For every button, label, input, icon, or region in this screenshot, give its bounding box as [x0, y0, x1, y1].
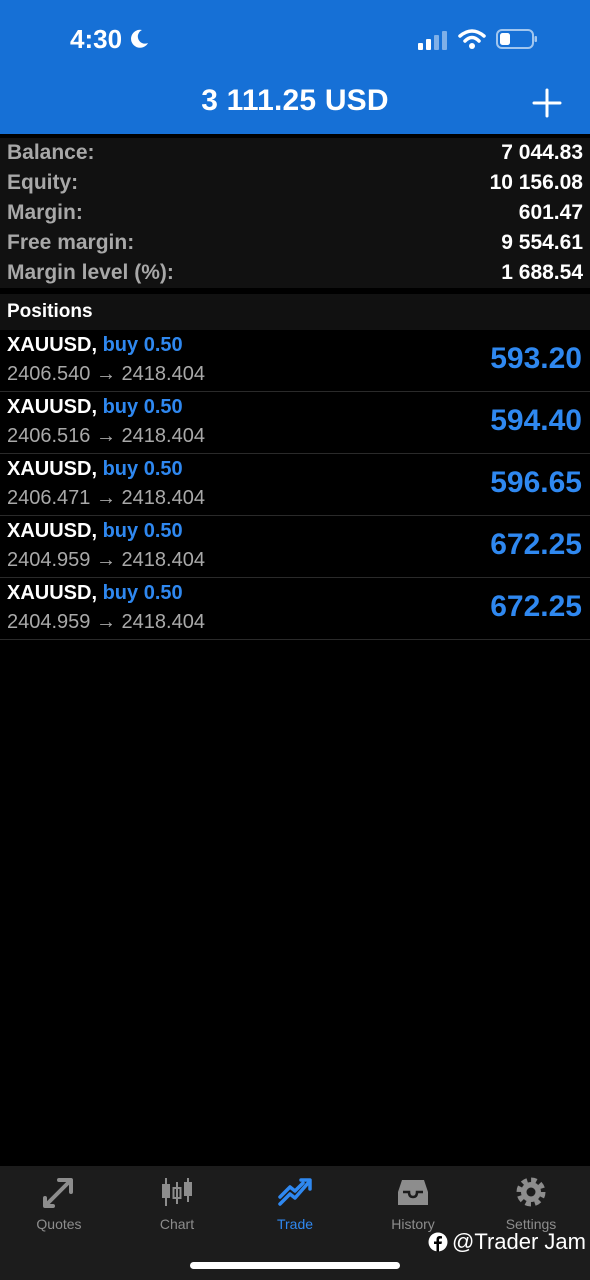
- position-title: XAUUSD, buy 0.50: [7, 396, 183, 419]
- position-symbol: XAUUSD,: [7, 520, 98, 542]
- equity-label: Equity:: [7, 171, 79, 194]
- balance-label: Balance:: [7, 141, 95, 164]
- position-prices: 2406.540 → 2418.404: [7, 363, 205, 385]
- tab-quotes[interactable]: Quotes: [0, 1166, 118, 1246]
- account-row-margin-level: Margin level (%): 1 688.54: [0, 258, 590, 288]
- tab-chart-label: Chart: [159, 1216, 195, 1232]
- free-margin-value: 9 554.61: [501, 231, 583, 254]
- new-order-button[interactable]: [532, 88, 562, 118]
- positions-title: Positions: [7, 301, 93, 322]
- position-symbol: XAUUSD,: [7, 334, 98, 356]
- balance-value: 7 044.83: [501, 141, 583, 164]
- watermark-text: @Trader Jam: [452, 1229, 586, 1254]
- position-row[interactable]: XAUUSD, buy 0.50 2406.471 → 2418.404 596…: [0, 454, 590, 516]
- position-prices: 2406.471 → 2418.404: [7, 487, 205, 509]
- quotes-icon: [43, 1178, 73, 1208]
- position-symbol: XAUUSD,: [7, 582, 98, 604]
- position-row[interactable]: XAUUSD, buy 0.50 2404.959 → 2418.404 672…: [0, 516, 590, 578]
- account-row-equity: Equity: 10 156.08: [0, 168, 590, 198]
- position-row[interactable]: XAUUSD, buy 0.50 2406.540 → 2418.404 593…: [0, 330, 590, 392]
- equity-value: 10 156.08: [489, 171, 583, 194]
- margin-value: 601.47: [518, 201, 583, 224]
- position-row[interactable]: XAUUSD, buy 0.50 2406.516 → 2418.404 594…: [0, 392, 590, 454]
- account-summary: Balance: 7 044.83 Equity: 10 156.08 Marg…: [0, 138, 590, 288]
- settings-icon: [516, 1177, 546, 1207]
- position-profit: 594.40: [490, 404, 582, 437]
- tab-quotes-label: Quotes: [36, 1216, 82, 1232]
- position-row[interactable]: XAUUSD, buy 0.50 2404.959 → 2418.404 672…: [0, 578, 590, 640]
- status-time: 4:30: [70, 24, 123, 54]
- home-indicator: [190, 1262, 400, 1269]
- trade-icon: [278, 1178, 312, 1206]
- battery-icon: [496, 29, 537, 49]
- cellular-signal-icon: [418, 31, 447, 50]
- account-row-free-margin: Free margin: 9 554.61: [0, 228, 590, 258]
- tab-trade-label: Trade: [276, 1216, 314, 1232]
- app-header: 4:30 3 111.25 USD: [0, 0, 590, 134]
- position-side: buy 0.50: [102, 458, 183, 480]
- position-profit: 593.20: [490, 342, 582, 375]
- position-profit: 672.25: [490, 528, 582, 561]
- position-side: buy 0.50: [102, 334, 183, 356]
- margin-label: Margin:: [7, 201, 83, 224]
- wifi-icon: [458, 29, 486, 49]
- account-row-margin: Margin: 601.47: [0, 198, 590, 228]
- positions-list: XAUUSD, buy 0.50 2406.540 → 2418.404 593…: [0, 330, 590, 640]
- facebook-icon: [428, 1232, 448, 1252]
- history-icon: [398, 1180, 428, 1205]
- position-prices: 2404.959 → 2418.404: [7, 611, 205, 633]
- position-prices: 2404.959 → 2418.404: [7, 549, 205, 571]
- positions-header: Positions: [0, 294, 590, 330]
- margin-level-label: Margin level (%):: [7, 261, 174, 284]
- account-row-balance: Balance: 7 044.83: [0, 138, 590, 168]
- position-prices: 2406.516 → 2418.404: [7, 425, 205, 447]
- position-title: XAUUSD, buy 0.50: [7, 520, 183, 543]
- position-title: XAUUSD, buy 0.50: [7, 582, 183, 605]
- position-profit: 596.65: [490, 466, 582, 499]
- position-side: buy 0.50: [102, 520, 183, 542]
- moon-icon: [131, 29, 148, 48]
- position-title: XAUUSD, buy 0.50: [7, 334, 183, 357]
- tab-trade[interactable]: Trade: [236, 1166, 354, 1246]
- position-profit: 672.25: [490, 590, 582, 623]
- position-side: buy 0.50: [102, 582, 183, 604]
- position-symbol: XAUUSD,: [7, 458, 98, 480]
- watermark: @Trader Jam: [428, 1228, 586, 1256]
- tab-chart[interactable]: Chart: [118, 1166, 236, 1246]
- position-title: XAUUSD, buy 0.50: [7, 458, 183, 481]
- position-side: buy 0.50: [102, 396, 183, 418]
- chart-icon: [162, 1178, 192, 1206]
- margin-level-value: 1 688.54: [501, 261, 583, 284]
- free-margin-label: Free margin:: [7, 231, 135, 254]
- position-symbol: XAUUSD,: [7, 396, 98, 418]
- profit-total-title: 3 111.25 USD: [201, 84, 389, 117]
